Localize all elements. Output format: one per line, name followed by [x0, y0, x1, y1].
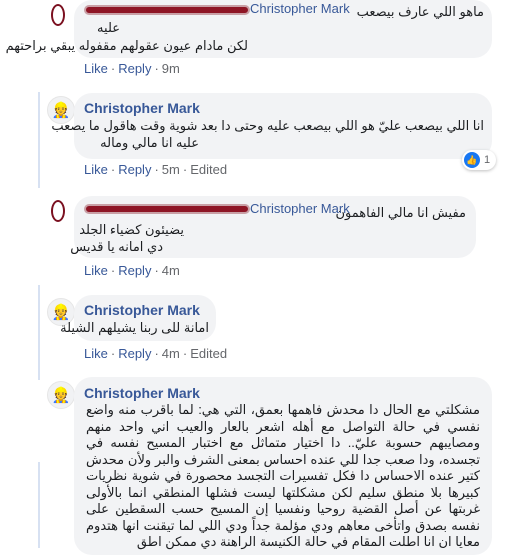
separator-dot: · — [110, 162, 116, 177]
reaction-number: 1 — [484, 154, 491, 166]
like-link[interactable]: Like — [84, 263, 108, 278]
separator-dot: · — [110, 346, 116, 361]
separator-dot: · — [110, 263, 116, 278]
redacted-name — [84, 204, 250, 214]
comment-text-line: عليه انا مالي وماله — [100, 135, 199, 150]
redacted-name — [84, 5, 250, 15]
reply-link[interactable]: Reply — [118, 346, 151, 361]
comment-text-line: مفيش انا مالي الفاهمون — [335, 205, 466, 220]
separator-dot: · — [182, 346, 188, 361]
comment-text-line: يضيئون كضياء الجلد — [79, 222, 184, 237]
user-avatar-icon: 👷 — [51, 386, 71, 404]
comment-actions: Like · Reply · 4m — [84, 263, 180, 278]
reply-link[interactable]: Reply — [118, 162, 151, 177]
comment-author[interactable]: Christopher Mark — [84, 100, 200, 116]
like-link[interactable]: Like — [84, 346, 108, 361]
user-avatar-icon: 👷 — [51, 101, 71, 119]
reply-link[interactable]: Reply — [118, 61, 151, 76]
like-link[interactable]: Like — [84, 61, 108, 76]
comment-author[interactable]: Christopher Mark — [250, 1, 350, 16]
comment-text-line: انا اللي بيصعب عليّ هو اللي بيصعب عليه و… — [51, 118, 484, 133]
comment-actions: Like · Reply · 5m · Edited — [84, 162, 227, 177]
separator-dot: · — [154, 162, 159, 177]
comment-timestamp[interactable]: 4m — [162, 346, 180, 361]
user-avatar-icon: 👷 — [51, 303, 71, 321]
comment-text: مشكلتي مع الحال دا محدش فاهمها بعمق، الت… — [86, 402, 480, 549]
redaction-circle — [51, 200, 65, 222]
separator-dot: · — [182, 162, 188, 177]
redaction-circle — [51, 4, 65, 26]
separator-dot: · — [154, 263, 159, 278]
comment-text-line: دي امانه يا قديس — [70, 239, 163, 254]
comment-timestamp[interactable]: 5m — [162, 162, 180, 177]
separator-dot: · — [110, 61, 116, 76]
like-reaction-icon: 👍 — [464, 152, 480, 168]
edited-label[interactable]: Edited — [190, 162, 227, 177]
comment-text-line: امانة للى ربنا يشيلهم الشيلة — [60, 320, 209, 335]
comment-author[interactable]: Christopher Mark — [84, 385, 200, 401]
comment-timestamp[interactable]: 9m — [162, 61, 180, 76]
avatar[interactable]: 👷 — [47, 381, 75, 409]
separator-dot: · — [154, 346, 159, 361]
comment-actions: Like · Reply · 9m — [84, 61, 180, 76]
comment-timestamp[interactable]: 4m — [162, 263, 180, 278]
separator-dot: · — [154, 61, 159, 76]
comment-text-line: لكن مادام عيون عقولهم مقفوله يبقي براحته… — [5, 38, 248, 53]
reply-link[interactable]: Reply — [118, 263, 151, 278]
comment-text-line: عليه — [97, 20, 120, 35]
comment-author[interactable]: Christopher Mark — [84, 302, 200, 318]
reaction-count[interactable]: 👍 1 — [462, 150, 497, 170]
thread-line — [38, 92, 40, 188]
thread-line — [38, 285, 40, 380]
edited-label[interactable]: Edited — [190, 346, 227, 361]
comment-text-line: ماهو اللي عارف بيصعب — [356, 4, 484, 19]
like-link[interactable]: Like — [84, 162, 108, 177]
comment-actions: Like · Reply · 4m · Edited — [84, 346, 227, 361]
thread-line — [38, 462, 40, 548]
